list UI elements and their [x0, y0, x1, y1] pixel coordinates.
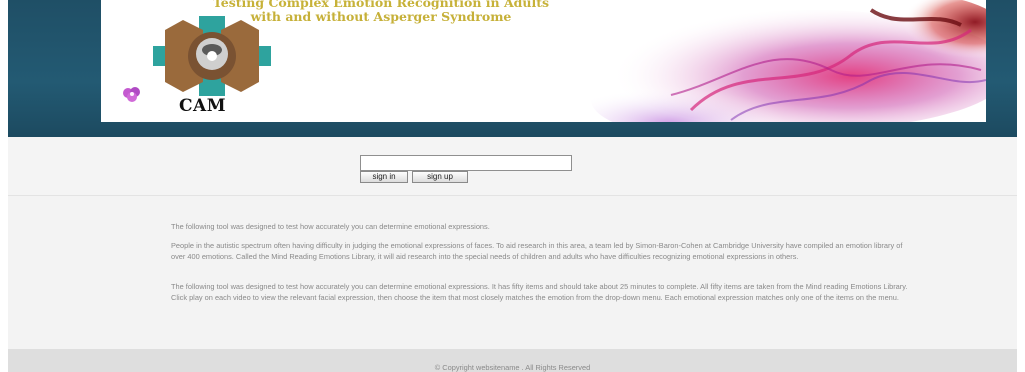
login-input[interactable]	[360, 155, 572, 171]
banner-image: Testing Complex Emotion Recognition in A…	[101, 0, 986, 122]
footer: © Copyright websitename . All Rights Res…	[8, 349, 1017, 372]
intro-paragraph-3: The following tool was designed to test …	[171, 282, 908, 303]
intro-paragraph-2: People in the autistic spectrum often ha…	[171, 241, 903, 262]
header-band: Testing Complex Emotion Recognition in A…	[8, 0, 1017, 137]
sign-up-button[interactable]: sign up	[412, 171, 468, 183]
smoke-artwork	[571, 0, 986, 122]
sign-in-button[interactable]: sign in	[360, 171, 408, 183]
flower-icon	[123, 87, 140, 102]
copyright-text: © Copyright websitename . All Rights Res…	[434, 363, 591, 372]
intro-content: The following tool was designed to test …	[8, 196, 1017, 349]
gear-icon	[153, 16, 271, 96]
intro-paragraph-1: The following tool was designed to test …	[171, 222, 490, 231]
cam-logo-text: CAM	[179, 96, 227, 116]
login-area: sign in sign up	[8, 137, 1017, 196]
